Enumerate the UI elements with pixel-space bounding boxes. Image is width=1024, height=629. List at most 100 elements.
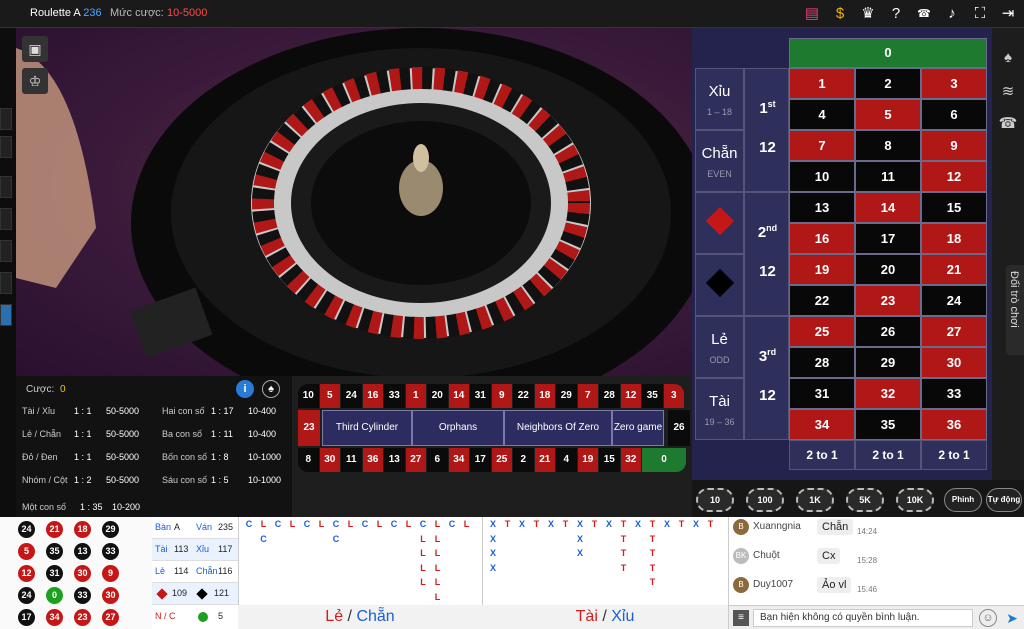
racetrack-number[interactable]: 25 (491, 448, 512, 472)
racetrack-number[interactable]: 17 (470, 448, 491, 472)
tv-icon[interactable]: ▣ (22, 36, 48, 62)
dozen-bet[interactable]: 2nd 12 (744, 192, 789, 316)
racetrack-number[interactable]: 6 (427, 448, 448, 472)
odd-bet[interactable]: Lẻ ODD (695, 316, 744, 378)
number-cell[interactable]: 15 (921, 192, 987, 223)
number-cell[interactable]: 30 (921, 347, 987, 378)
auto-button[interactable]: Tự động (986, 488, 1022, 512)
number-cell[interactable]: 12 (921, 161, 987, 192)
number-cell[interactable]: 5 (855, 99, 921, 130)
number-cell[interactable]: 1 (789, 68, 855, 99)
number-cell[interactable]: 9 (921, 130, 987, 161)
info-icon[interactable]: i (236, 380, 254, 398)
racetrack-number[interactable]: 2 (513, 448, 534, 472)
racetrack-number[interactable]: 10 (298, 384, 319, 408)
number-cell[interactable]: 18 (921, 223, 987, 254)
number-cell[interactable]: 7 (789, 130, 855, 161)
change-game-tab[interactable]: Đổi trò chơi (1006, 265, 1024, 355)
racetrack-number[interactable]: 18 (534, 384, 555, 408)
red-bet[interactable] (695, 192, 744, 254)
racetrack-number[interactable]: 3 (663, 384, 684, 408)
chip-button[interactable]: 10 (696, 488, 734, 512)
number-cell[interactable]: 32 (855, 378, 921, 409)
column-2to1-bet[interactable]: 2 to 1 (789, 440, 855, 470)
racetrack-number[interactable]: 29 (556, 384, 577, 408)
number-cell[interactable]: 13 (789, 192, 855, 223)
number-cell[interactable]: 2 (855, 68, 921, 99)
number-cell[interactable]: 36 (921, 409, 987, 440)
racetrack-number[interactable]: 1 (405, 384, 426, 408)
racetrack-number[interactable]: 28 (599, 384, 620, 408)
racetrack-number[interactable]: 11 (341, 448, 362, 472)
racetrack-section[interactable]: Orphans (412, 410, 504, 446)
chip-button[interactable]: 5K (846, 488, 884, 512)
left-strip-button[interactable] (0, 108, 12, 130)
crown-icon[interactable]: ♔ (22, 68, 48, 94)
chat-input[interactable]: Bạn hiện không có quyền bình luận. (753, 609, 973, 627)
racetrack-number[interactable]: 24 (341, 384, 362, 408)
racetrack-number[interactable]: 5 (319, 384, 340, 408)
racetrack-number[interactable]: 31 (470, 384, 491, 408)
racetrack-number[interactable]: 19 (577, 448, 598, 472)
number-cell[interactable]: 14 (855, 192, 921, 223)
menu-icon[interactable]: ≡ (733, 610, 749, 626)
number-cell[interactable]: 25 (789, 316, 855, 347)
column-2to1-bet[interactable]: 2 to 1 (855, 440, 921, 470)
trophy-icon[interactable]: ♛ (858, 4, 878, 24)
racetrack-number[interactable]: 33 (384, 384, 405, 408)
number-cell[interactable]: 21 (921, 254, 987, 285)
number-cell[interactable]: 34 (789, 409, 855, 440)
dozen-bet[interactable]: 1st 12 (744, 68, 789, 192)
left-strip-button[interactable] (0, 240, 12, 262)
number-cell[interactable]: 19 (789, 254, 855, 285)
left-strip-button[interactable] (0, 176, 12, 198)
racetrack-number[interactable]: 26 (668, 410, 690, 446)
chip-button[interactable]: 10K (896, 488, 934, 512)
racetrack-number[interactable]: 23 (298, 410, 320, 446)
racetrack-number[interactable]: 15 (599, 448, 620, 472)
number-cell[interactable]: 8 (855, 130, 921, 161)
big-bet[interactable]: Tài 19 – 36 (695, 378, 744, 440)
spade-icon[interactable]: ♠ (262, 380, 280, 398)
racetrack-number[interactable]: 9 (491, 384, 512, 408)
racetrack-number[interactable]: 16 (362, 384, 383, 408)
number-cell[interactable]: 10 (789, 161, 855, 192)
number-cell[interactable]: 6 (921, 99, 987, 130)
emoji-icon[interactable]: ☺ (979, 609, 997, 627)
number-cell[interactable]: 23 (855, 285, 921, 316)
racetrack-number[interactable]: 36 (362, 448, 383, 472)
help-icon[interactable]: ? (886, 4, 906, 24)
number-cell[interactable]: 31 (789, 378, 855, 409)
support-24-icon[interactable]: ☎ (914, 4, 934, 24)
racetrack-number[interactable]: 21 (534, 448, 555, 472)
number-cell[interactable]: 27 (921, 316, 987, 347)
send-icon[interactable]: ➤ (1003, 609, 1021, 627)
left-strip-button[interactable] (0, 272, 12, 294)
racetrack-number[interactable]: 14 (448, 384, 469, 408)
left-strip-button[interactable] (0, 136, 12, 158)
number-cell[interactable]: 17 (855, 223, 921, 254)
chat-icon[interactable]: ▤ (802, 4, 822, 24)
number-cell[interactable]: 4 (789, 99, 855, 130)
number-cell[interactable]: 28 (789, 347, 855, 378)
phone-icon[interactable]: ☎ (996, 112, 1020, 136)
left-strip-button[interactable] (0, 208, 12, 230)
dozen-bet[interactable]: 3rd 12 (744, 316, 789, 440)
racetrack-number[interactable]: 22 (513, 384, 534, 408)
repeat-button[interactable]: Phinh (944, 488, 982, 512)
number-cell[interactable]: 35 (855, 409, 921, 440)
sound-icon[interactable]: ♪ (942, 4, 962, 24)
racetrack-number[interactable]: 7 (577, 384, 598, 408)
number-cell[interactable]: 33 (921, 378, 987, 409)
racetrack-section[interactable]: Zero game (612, 410, 664, 446)
racetrack-number[interactable]: 8 (298, 448, 319, 472)
coin-icon[interactable]: $ (830, 4, 850, 24)
racetrack-number[interactable]: 30 (319, 448, 340, 472)
racetrack-number[interactable]: 4 (556, 448, 577, 472)
even-bet[interactable]: Chẵn EVEN (695, 130, 744, 192)
number-cell[interactable]: 24 (921, 285, 987, 316)
black-bet[interactable] (695, 254, 744, 316)
number-cell[interactable]: 26 (855, 316, 921, 347)
racetrack-number[interactable]: 0 (642, 448, 686, 472)
column-2to1-bet[interactable]: 2 to 1 (921, 440, 987, 470)
